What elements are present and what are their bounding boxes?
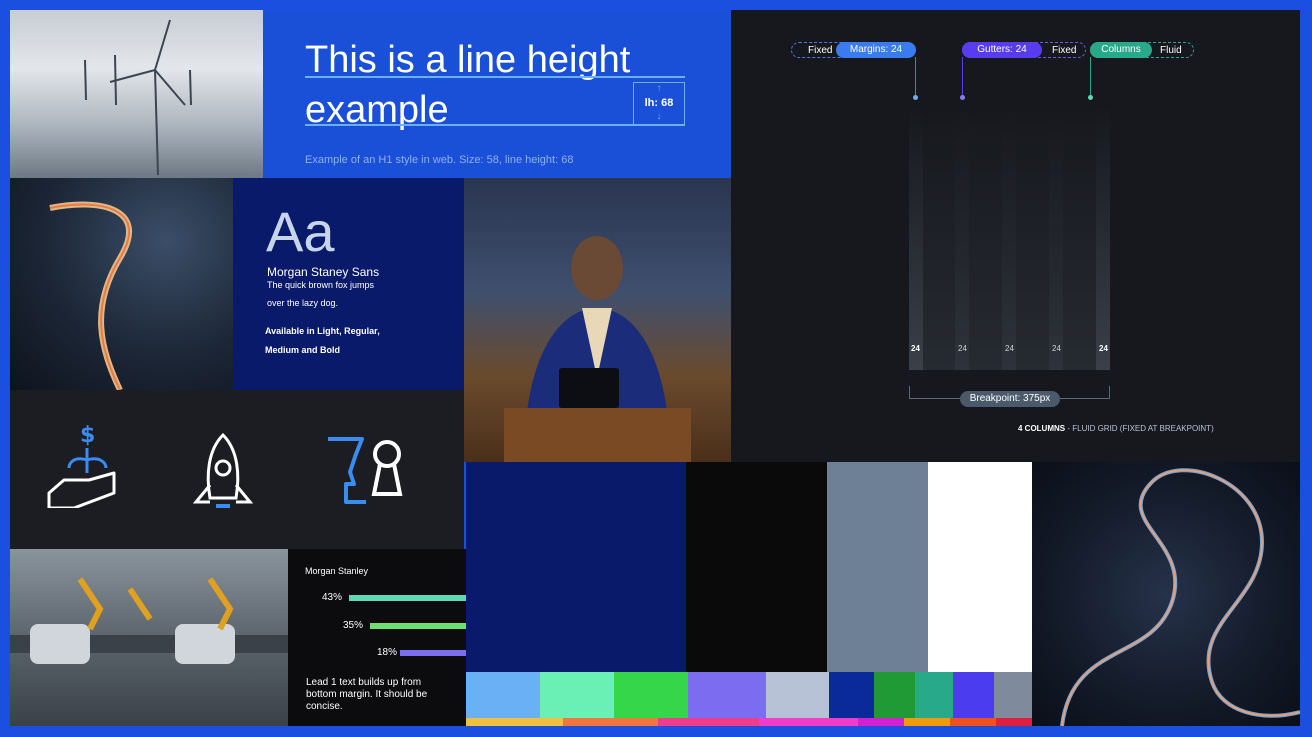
swatch-secondary bbox=[540, 672, 614, 718]
grid-label: 24 bbox=[1052, 344, 1061, 353]
head-keyhole-icon bbox=[328, 437, 403, 504]
margin-connector bbox=[915, 57, 916, 97]
grid-label: 24 bbox=[958, 344, 967, 353]
swatch-accent bbox=[658, 718, 759, 726]
coastal-road-photo bbox=[10, 178, 233, 390]
pill-fixed-label: Fixed bbox=[808, 45, 833, 56]
grid-column bbox=[1063, 105, 1096, 370]
swatch-accent bbox=[858, 718, 904, 726]
line-height-badge: ↑ lh: 68 ↓ bbox=[633, 82, 685, 126]
stat-label: 43% bbox=[322, 592, 343, 603]
swatch-accent bbox=[759, 718, 858, 726]
swatch-secondary bbox=[915, 672, 953, 718]
pangram-line1: The quick brown fox jumps bbox=[267, 280, 375, 290]
pangram-line2: over the lazy dog. bbox=[267, 298, 339, 308]
swatch-navy bbox=[466, 462, 686, 672]
stat-label: 35% bbox=[343, 620, 364, 631]
layout-grid-panel: Fixed Margins: 24 Gutters: 24 Fixed Colu… bbox=[731, 10, 1300, 462]
grid-label: 24 bbox=[911, 344, 920, 353]
icons-panel: $ bbox=[10, 390, 464, 549]
light-trail-illustration bbox=[49, 201, 132, 390]
stats-panel: Morgan Stanley 43% 35% 18% Lead 1 text b… bbox=[288, 549, 466, 726]
grid-column bbox=[923, 105, 955, 370]
type-sample: Aa bbox=[266, 200, 335, 263]
grid-footer-rest: - FLUID GRID (FIXED AT BREAKPOINT) bbox=[1065, 424, 1214, 433]
swatch-secondary bbox=[994, 672, 1032, 718]
arrow-up-icon: ↑ bbox=[656, 83, 662, 94]
wind-turbine-photo bbox=[10, 10, 263, 178]
grid-margin-left bbox=[909, 105, 923, 370]
lead-text: Lead 1 text builds up from bottom margin… bbox=[306, 677, 428, 712]
typeface-panel: Aa Morgan Staney Sans The quick brown fo… bbox=[233, 178, 464, 390]
rocket-icon bbox=[192, 432, 254, 508]
column-connector bbox=[1090, 57, 1091, 97]
grid-gutter bbox=[955, 105, 969, 370]
lh-label: lh: 68 bbox=[644, 97, 674, 109]
color-palette bbox=[466, 462, 1032, 726]
swatch-secondary bbox=[874, 672, 915, 718]
swatch-slate bbox=[827, 462, 928, 672]
margins-pill: Fixed Margins: 24 bbox=[791, 42, 916, 58]
grid-margin-right bbox=[1096, 105, 1110, 370]
swatch-secondary bbox=[688, 672, 766, 718]
winding-road-illustration bbox=[1060, 468, 1300, 726]
pill-fluid-label: Fluid bbox=[1160, 45, 1182, 56]
weights-line1: Available in Light, Regular, bbox=[265, 326, 380, 336]
pill-margins-label: Margins: 24 bbox=[836, 42, 916, 58]
grid-gutter bbox=[1002, 105, 1016, 370]
businessman-photo bbox=[464, 178, 731, 462]
swatch-accent bbox=[950, 718, 996, 726]
factory-robot-photo bbox=[10, 549, 288, 726]
breakpoint-label: Breakpoint: 375px bbox=[960, 391, 1060, 407]
swatch-secondary bbox=[953, 672, 994, 718]
stat-bar bbox=[370, 623, 466, 629]
swatch-secondary bbox=[614, 672, 688, 718]
headline-rule-2 bbox=[305, 124, 685, 126]
grid-gutter bbox=[1049, 105, 1063, 370]
stat-bar bbox=[400, 650, 466, 656]
swatch-accent bbox=[904, 718, 950, 726]
gutter-connector bbox=[962, 57, 963, 97]
grid-label: 24 bbox=[1005, 344, 1014, 353]
gutters-pill: Gutters: 24 Fixed bbox=[962, 42, 1086, 58]
swatch-accent bbox=[996, 718, 1032, 726]
pill-columns-label: Columns bbox=[1090, 42, 1152, 58]
grid-footer-bold: 4 COLUMNS bbox=[1018, 424, 1066, 433]
swatch-accent bbox=[466, 718, 563, 726]
winding-road-photo bbox=[1032, 462, 1300, 726]
pill-fixed2-label: Fixed bbox=[1052, 45, 1077, 56]
swatch-secondary bbox=[466, 672, 540, 718]
typeface-name: Morgan Staney Sans bbox=[267, 265, 380, 279]
grid-column bbox=[1016, 105, 1049, 370]
swatch-black bbox=[686, 462, 827, 672]
brand-wordmark: Morgan Stanley bbox=[305, 566, 369, 576]
columns-pill: Columns Fluid bbox=[1090, 42, 1194, 58]
pill-gutters-label: Gutters: 24 bbox=[962, 42, 1042, 58]
stat-label: 18% bbox=[377, 647, 398, 658]
svg-text:$: $ bbox=[80, 423, 95, 448]
businessman-illustration bbox=[504, 236, 691, 462]
swatch-white bbox=[928, 462, 1032, 672]
wind-turbine-illustration bbox=[84, 19, 192, 176]
weights-line2: Medium and Bold bbox=[265, 345, 340, 355]
swatch-accent bbox=[563, 718, 658, 726]
headline-rule-1 bbox=[305, 76, 685, 78]
money-plant-hand-icon: $ bbox=[47, 423, 116, 508]
grid-label: 24 bbox=[1099, 344, 1108, 353]
gutter-dot bbox=[960, 95, 965, 100]
grid-column bbox=[969, 105, 1002, 370]
headline-caption: Example of an H1 style in web. Size: 58,… bbox=[305, 154, 574, 166]
arrow-down-icon: ↓ bbox=[656, 111, 662, 122]
swatch-secondary bbox=[829, 672, 874, 718]
stat-bar bbox=[349, 595, 466, 601]
margin-dot bbox=[913, 95, 918, 100]
grid-footer: 4 COLUMNS - FLUID GRID (FIXED AT BREAKPO… bbox=[1018, 424, 1214, 433]
column-dot bbox=[1088, 95, 1093, 100]
swatch-secondary bbox=[766, 672, 829, 718]
factory-illustration bbox=[10, 577, 288, 664]
line-height-panel: This is a line height example ↑ lh: 68 ↓… bbox=[263, 10, 731, 178]
